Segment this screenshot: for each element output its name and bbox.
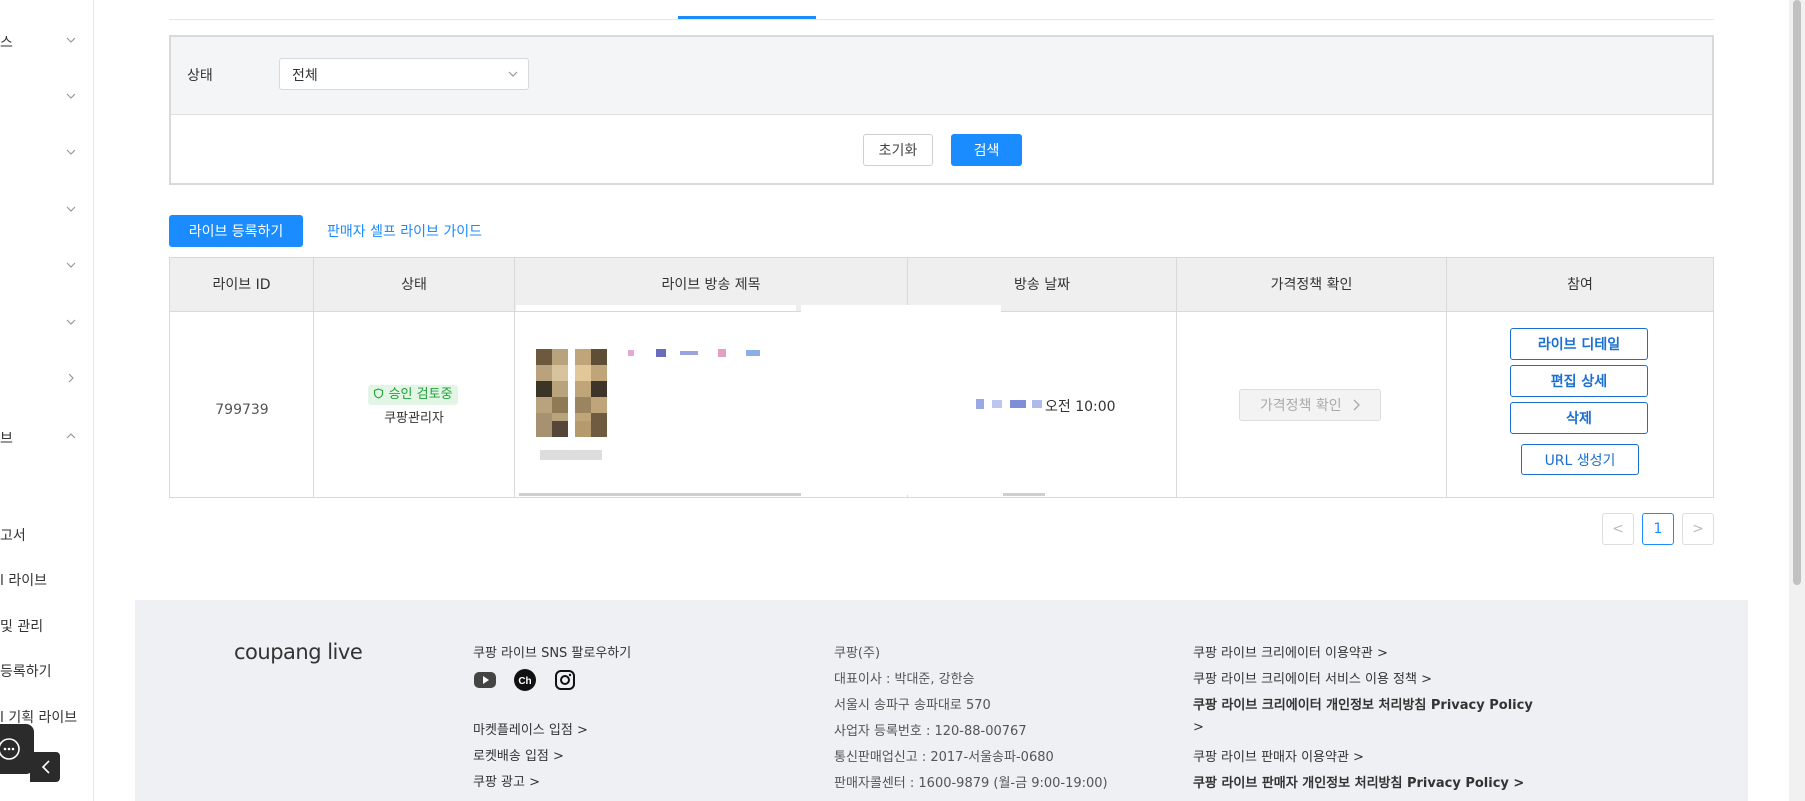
status-select[interactable]: 전체: [279, 58, 529, 90]
edit-detail-button[interactable]: 편집 상세: [1510, 365, 1648, 397]
vertical-scrollbar[interactable]: [1789, 0, 1805, 801]
footer-link[interactable]: 마켓플레이스 입점 >: [473, 719, 588, 738]
status-badge-text: 승인 검토중: [388, 387, 453, 402]
sidebar-menu-1[interactable]: 스: [0, 26, 94, 56]
footer-link[interactable]: 로켓배송 입점 >: [473, 745, 564, 764]
chevron-down-icon: [66, 93, 76, 99]
price-check-label: 가격정책 확인: [1259, 398, 1342, 414]
sidebar-menu-label: 스: [0, 35, 13, 51]
sidebar: 스 브 고서 l 라이브 및 관리 등록하기 l 기획 라이브: [0, 0, 94, 801]
tab-active-indicator: [678, 16, 816, 19]
reset-button[interactable]: 초기화: [863, 134, 933, 166]
coupang-live-logo: coupang live: [234, 640, 363, 664]
chevron-right-icon: [68, 373, 74, 383]
url-generator-button[interactable]: URL 생성기: [1521, 444, 1639, 475]
filter-panel: 상태 전체 초기화 검색: [169, 35, 1714, 185]
pagination-prev[interactable]: <: [1602, 513, 1634, 545]
sidebar-menu-5[interactable]: [0, 251, 94, 281]
pagination-next[interactable]: >: [1682, 513, 1714, 545]
footer-link[interactable]: 쿠팡 라이브 판매자 개인정보 처리방침 Privacy Policy >: [1193, 772, 1524, 791]
sidebar-menu-4[interactable]: [0, 195, 94, 225]
chevron-down-icon: [508, 71, 518, 77]
status-badge: 승인 검토중: [368, 385, 458, 405]
horizontal-scroll[interactable]: [1003, 493, 1045, 496]
chevron-down-icon: [66, 206, 76, 212]
chevron-down-icon: [66, 319, 76, 325]
horizontal-scroll[interactable]: [519, 493, 801, 496]
col-header-id: 라이브 ID: [170, 258, 314, 312]
sidebar-menu-3[interactable]: [0, 138, 94, 168]
shield-icon: [374, 388, 384, 399]
page-root: 스 브 고서 l 라이브 및 관리 등록하기 l 기획 라이브 상태 전체 초기…: [0, 0, 1805, 801]
chevron-right-icon: [1353, 399, 1361, 411]
col-header-title: 라이브 방송 제목: [515, 258, 908, 312]
sidebar-sub-item[interactable]: 고서: [0, 525, 26, 545]
company-info: 판매자콜센터 : 1600-9879 (월-금 9:00-19:00): [834, 776, 1108, 791]
sidebar-menu-6[interactable]: [0, 308, 94, 338]
kakao-channel-icon[interactable]: Ch: [513, 668, 537, 692]
pagination-page[interactable]: 1: [1642, 513, 1674, 545]
redaction-overlay: [801, 305, 1001, 495]
sidebar-menu-live[interactable]: 브: [0, 422, 94, 452]
chat-icon: [0, 738, 20, 760]
svg-text:Ch: Ch: [518, 676, 531, 687]
footer-link[interactable]: 쿠팡 라이브 크리에이터 개인정보 처리방침 Privacy Policy: [1193, 694, 1533, 713]
sidebar-sub-item[interactable]: 등록하기: [0, 661, 52, 681]
company-info: 쿠팡(주): [834, 646, 881, 661]
youtube-icon[interactable]: [473, 668, 497, 692]
thumbnail-caption-redacted: [540, 450, 602, 460]
price-check-button: 가격정책 확인: [1239, 389, 1381, 421]
thumbnail-image[interactable]: [536, 349, 568, 437]
search-button[interactable]: 검색: [951, 134, 1022, 166]
chat-button[interactable]: [0, 724, 34, 774]
sidebar-sub-item[interactable]: l 라이브: [0, 570, 47, 590]
delete-button[interactable]: 삭제: [1510, 402, 1648, 434]
footer-link[interactable]: 쿠팡 라이브 판매자 이용약관 >: [1193, 746, 1364, 765]
sidebar-menu-2[interactable]: [0, 82, 94, 112]
col-header-price: 가격정책 확인: [1177, 258, 1447, 312]
chevron-left-icon: [41, 760, 50, 774]
chevron-down-icon: [66, 262, 76, 268]
table-row: 799739: [170, 312, 314, 497]
status-reviewer: 쿠팡관리자: [384, 411, 444, 426]
sidebar-sub-item[interactable]: 및 관리: [0, 616, 43, 636]
instagram-icon[interactable]: [553, 668, 577, 692]
company-info: 사업자 등록번호 : 120-88-00767: [834, 724, 1027, 739]
footer-link[interactable]: 쿠팡 라이브 크리에이터 서비스 이용 정책 >: [1193, 668, 1432, 687]
chevron-down-icon: [66, 149, 76, 155]
footer-link[interactable]: 쿠팡 광고 >: [473, 771, 540, 790]
filter-row: 상태 전체: [171, 37, 1712, 115]
footer: coupang live 쿠팡 라이브 SNS 팔로우하기 Ch 마켓플레이스 …: [135, 600, 1748, 801]
footer-link[interactable]: >: [1193, 720, 1204, 735]
redaction-overlay: [516, 305, 796, 311]
col-header-participate: 참여: [1567, 277, 1593, 293]
scrollbar-thumb[interactable]: [1793, 0, 1801, 585]
broadcast-time: 오전 10:00: [1045, 399, 1116, 415]
thumbnail-image[interactable]: [575, 349, 607, 437]
sidebar-menu-7[interactable]: [0, 364, 94, 394]
table-header: 라이브 ID 상태 라이브 방송 제목 방송 날짜 가격정책 확인 참여: [170, 258, 1713, 312]
seller-guide-link[interactable]: 판매자 셀프 라이브 가이드: [327, 221, 482, 241]
chevron-down-icon: [66, 37, 76, 43]
col-header-date: 방송 날짜: [908, 258, 1177, 312]
tab-bar: [169, 0, 1714, 20]
company-info: 통신판매업신고 : 2017-서울송파-0680: [834, 750, 1054, 765]
chevron-up-icon: [66, 433, 76, 439]
company-info: 대표이사 : 박대준, 강한승: [834, 672, 975, 687]
company-info: 서울시 송파구 송파대로 570: [834, 698, 991, 713]
sidebar-collapse-button[interactable]: [30, 752, 60, 782]
status-filter-label: 상태: [187, 68, 213, 84]
register-live-button[interactable]: 라이브 등록하기: [169, 215, 303, 247]
live-detail-button[interactable]: 라이브 디테일: [1510, 328, 1648, 360]
status-select-value: 전체: [292, 68, 318, 84]
sns-title: 쿠팡 라이브 SNS 팔로우하기: [473, 646, 632, 661]
date-redacted: [976, 399, 1042, 409]
live-id: 799739: [215, 402, 269, 418]
col-header-status: 상태: [314, 258, 515, 312]
footer-link[interactable]: 쿠팡 라이브 크리에이터 이용약관 >: [1193, 642, 1388, 661]
sidebar-menu-label: 브: [0, 431, 13, 447]
